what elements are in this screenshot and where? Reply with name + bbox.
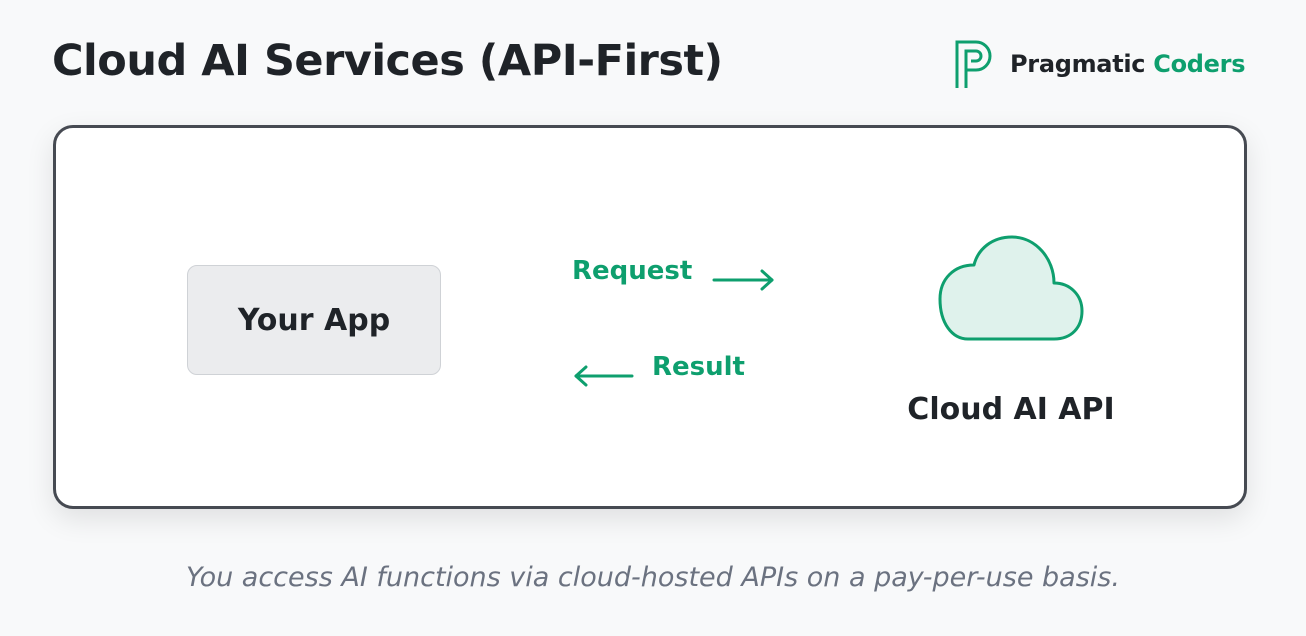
brand-name-part2: Coders <box>1153 50 1246 78</box>
cloud-ai-api-label: Cloud AI API <box>907 392 1115 427</box>
brand-name-part1: Pragmatic <box>1010 50 1146 78</box>
your-app-box: Your App <box>187 265 441 375</box>
request-label: Request <box>572 256 693 286</box>
cloud-icon <box>938 235 1084 341</box>
caption: You access AI functions via cloud-hosted… <box>186 562 1120 593</box>
arrow-right-icon <box>712 269 774 291</box>
pc-logo-icon <box>955 40 992 88</box>
your-app-label: Your App <box>237 302 391 338</box>
brand-name: Pragmatic Coders <box>1010 50 1245 78</box>
diagram-card: Your App Request Result Cloud AI API <box>53 125 1247 509</box>
brand-logo: Pragmatic Coders <box>954 38 1245 90</box>
page-title: Cloud AI Services (API-First) <box>52 36 723 86</box>
result-label: Result <box>652 352 745 382</box>
arrow-left-icon <box>574 365 634 387</box>
